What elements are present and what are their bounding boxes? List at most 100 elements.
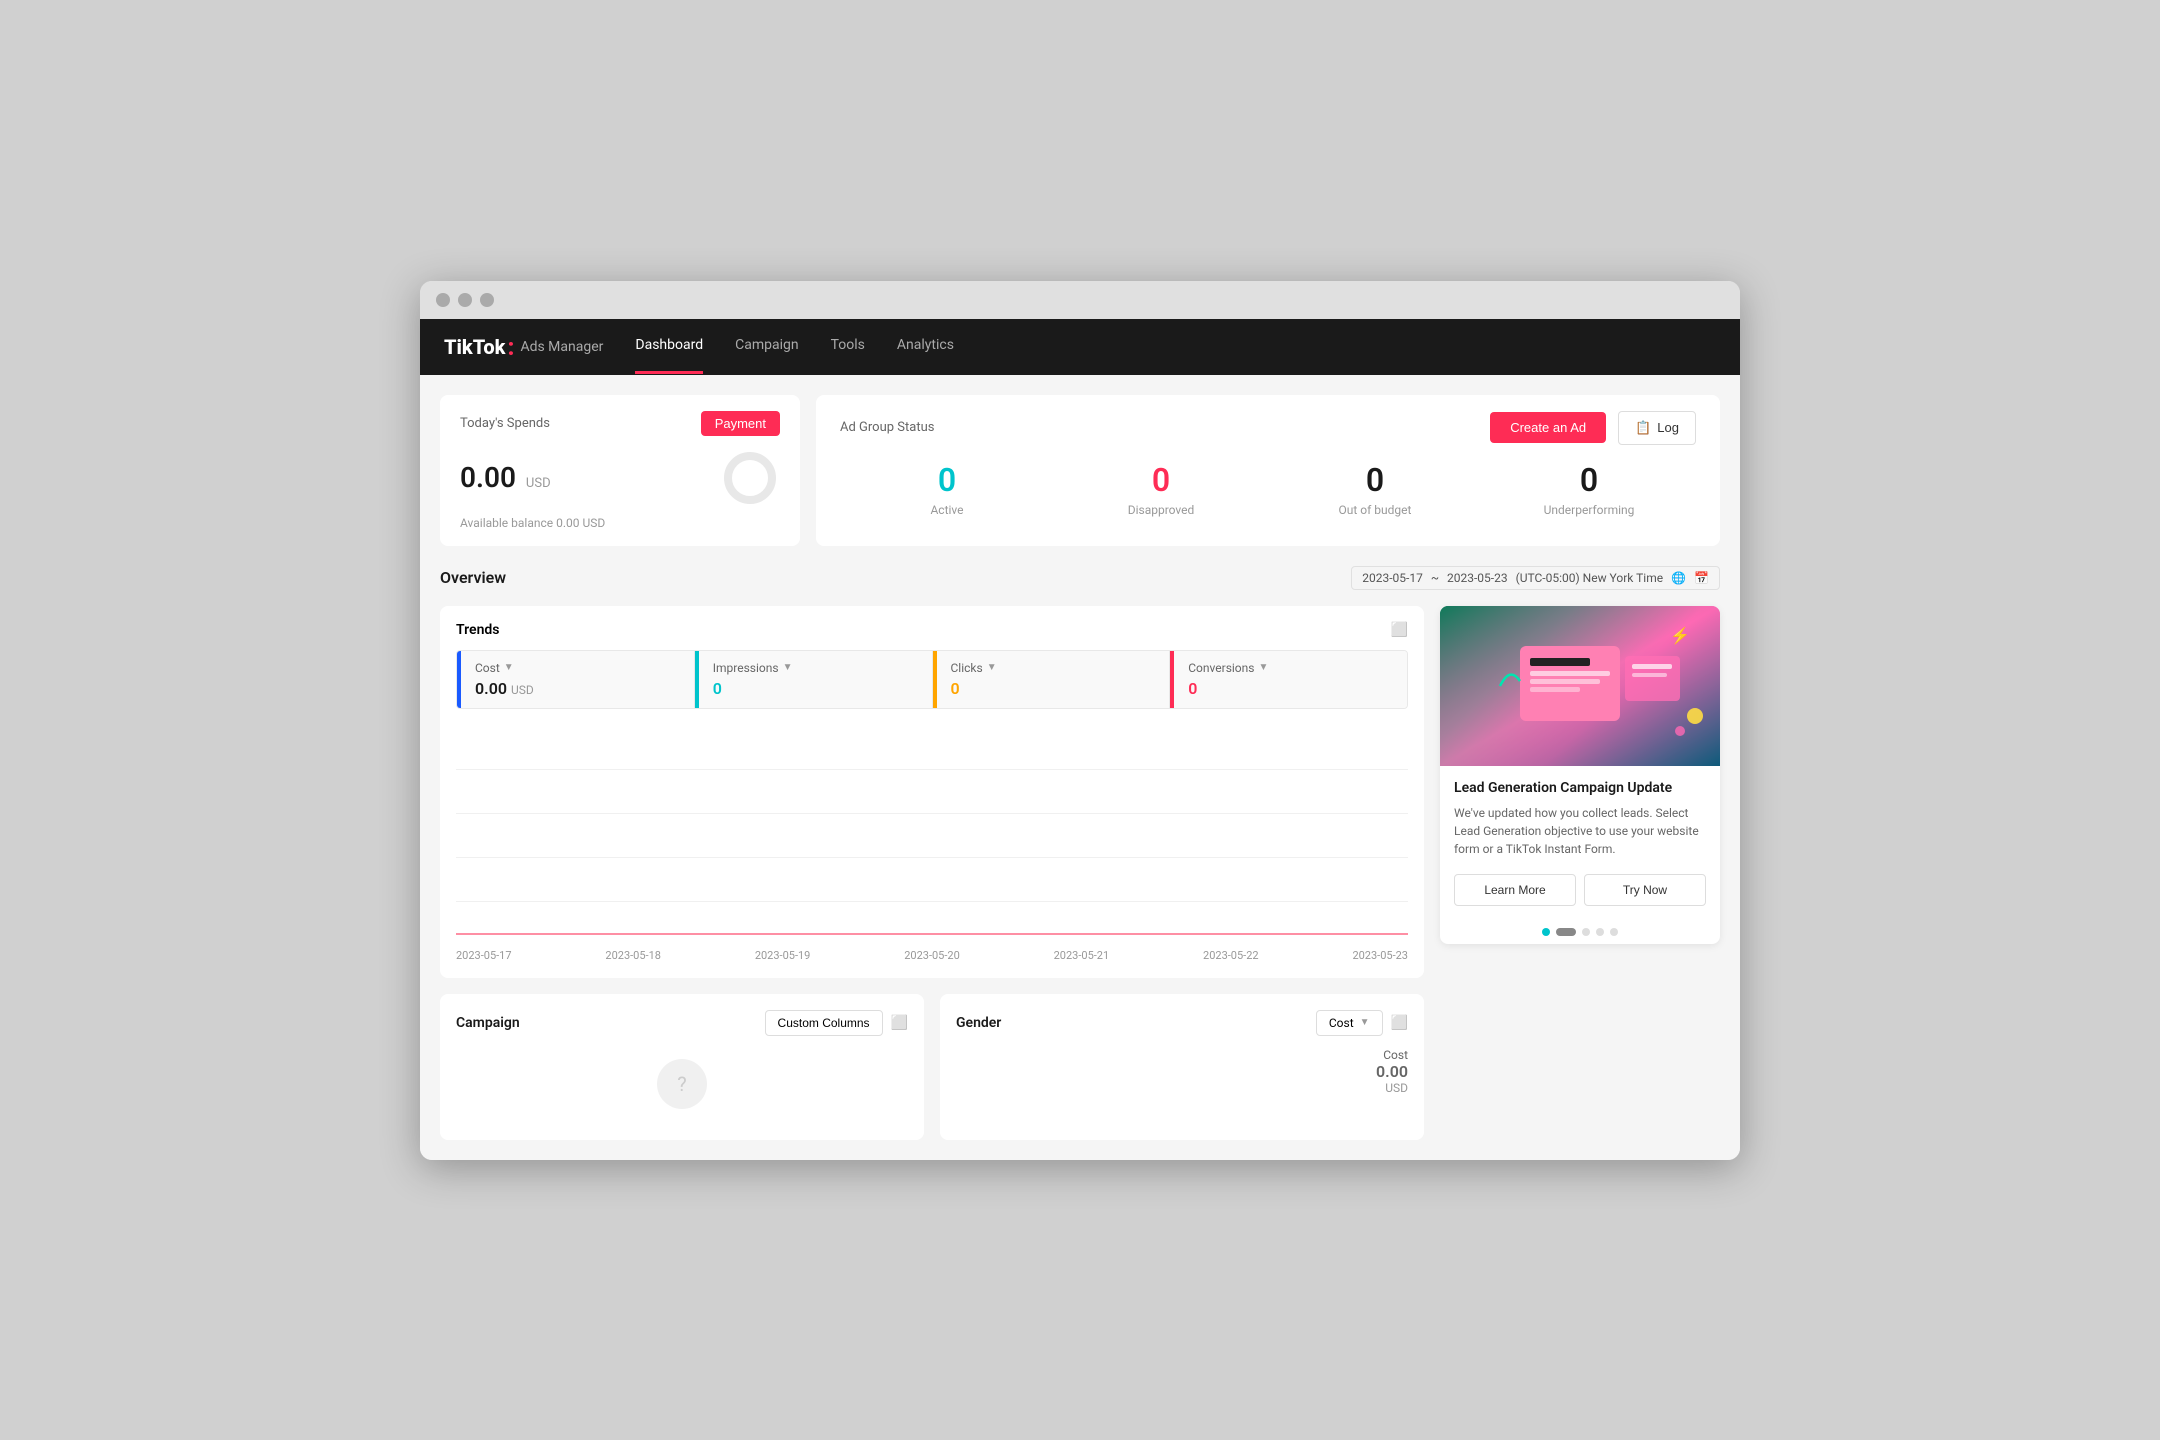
top-row: Today's Spends Payment 0.00 USD Availabl… bbox=[440, 395, 1720, 546]
grid-line-4 bbox=[456, 901, 1408, 902]
try-now-button[interactable]: Try Now bbox=[1584, 874, 1706, 906]
metric-cell-conversions[interactable]: Conversions ▼ 0 bbox=[1170, 651, 1407, 708]
conversions-value: 0 bbox=[1188, 679, 1393, 698]
impressions-chevron: ▼ bbox=[783, 662, 793, 673]
metric-out-of-budget: 0 Out of budget bbox=[1268, 461, 1482, 517]
clicks-value: 0 bbox=[951, 679, 1156, 698]
ad-card-actions: Learn More Try Now bbox=[1454, 874, 1706, 906]
spends-title: Today's Spends bbox=[460, 416, 550, 431]
disapproved-value: 0 bbox=[1054, 461, 1268, 499]
campaign-section: Campaign Custom Columns ⬜ ? bbox=[440, 994, 924, 1140]
out-of-budget-value: 0 bbox=[1268, 461, 1482, 499]
app-window: TikTok: Ads Manager Dashboard Campaign T… bbox=[420, 281, 1740, 1160]
grid-line-3 bbox=[456, 857, 1408, 858]
logo-dot: : bbox=[507, 333, 514, 361]
metric-cell-clicks[interactable]: Clicks ▼ 0 bbox=[933, 651, 1171, 708]
main-content: Today's Spends Payment 0.00 USD Availabl… bbox=[420, 375, 1740, 1160]
date-label-1: 2023-05-18 bbox=[605, 949, 661, 962]
create-ad-button[interactable]: Create an Ad bbox=[1490, 412, 1606, 443]
disapproved-label: Disapproved bbox=[1054, 503, 1268, 517]
ad-dot-0 bbox=[1542, 928, 1550, 936]
campaign-title: Campaign bbox=[456, 1015, 520, 1031]
ad-image-decoration: ⚡ bbox=[1440, 606, 1720, 766]
logo-tiktok: TikTok bbox=[444, 335, 505, 359]
window-dot-close[interactable] bbox=[436, 293, 450, 307]
spends-amount: 0.00 bbox=[460, 461, 516, 494]
overview-header-row: Overview 2023-05-17 ~ 2023-05-23 (UTC-05… bbox=[440, 566, 1720, 590]
underperforming-label: Underperforming bbox=[1482, 503, 1696, 517]
campaign-header: Campaign Custom Columns ⬜ bbox=[456, 1010, 908, 1036]
cost-value: 0.00 USD bbox=[475, 679, 680, 698]
ad-card-content: Lead Generation Campaign Update We've up… bbox=[1440, 766, 1720, 920]
date-separator: ~ bbox=[1431, 571, 1439, 585]
trends-title: Trends bbox=[456, 622, 499, 638]
date-start: 2023-05-17 bbox=[1362, 571, 1423, 585]
trends-card: Trends ⬜ Cost ▼ 0.00 bbox=[440, 606, 1424, 978]
log-icon: 📋 bbox=[1635, 420, 1651, 436]
spends-amount-container: 0.00 USD bbox=[460, 461, 551, 494]
spends-currency: USD bbox=[526, 476, 551, 491]
spends-body: 0.00 USD bbox=[460, 448, 780, 508]
conversions-chevron: ▼ bbox=[1258, 662, 1268, 673]
grid-line-1 bbox=[456, 769, 1408, 770]
date-range-picker[interactable]: 2023-05-17 ~ 2023-05-23 (UTC-05:00) New … bbox=[1351, 566, 1720, 590]
metric-cell-cost[interactable]: Cost ▼ 0.00 USD bbox=[457, 651, 695, 708]
metric-underperforming: 0 Underperforming bbox=[1482, 461, 1696, 517]
trends-header: Trends ⬜ bbox=[456, 622, 1408, 638]
custom-columns-button[interactable]: Custom Columns bbox=[765, 1010, 883, 1036]
logo: TikTok: Ads Manager bbox=[444, 333, 603, 361]
main-content-area: Trends ⬜ Cost ▼ 0.00 bbox=[440, 606, 1720, 1140]
ad-dot-4 bbox=[1610, 928, 1618, 936]
active-label: Active bbox=[840, 503, 1054, 517]
ad-dot-1 bbox=[1556, 928, 1576, 936]
ad-illustration: ⚡ bbox=[1440, 606, 1720, 766]
cost-select-label: Cost bbox=[1329, 1016, 1354, 1030]
nav-item-dashboard[interactable]: Dashboard bbox=[635, 319, 703, 374]
ad-card-title: Lead Generation Campaign Update bbox=[1454, 780, 1706, 796]
cost-selector[interactable]: Cost ▼ bbox=[1316, 1010, 1383, 1036]
header-actions: Create an Ad 📋 Log bbox=[1490, 411, 1696, 445]
ad-card: ⚡ Lead Generation Campaign Update We've … bbox=[1440, 606, 1720, 944]
export-icon[interactable]: ⬜ bbox=[1391, 622, 1408, 638]
window-dot-minimize[interactable] bbox=[458, 293, 472, 307]
gender-cost-currency: USD bbox=[1376, 1081, 1408, 1095]
status-title: Ad Group Status bbox=[840, 420, 934, 435]
cost-chevron: ▼ bbox=[504, 662, 514, 673]
conversions-label: Conversions ▼ bbox=[1188, 661, 1393, 675]
campaign-empty-icon: ? bbox=[657, 1059, 707, 1109]
overview-title: Overview bbox=[440, 568, 506, 587]
svg-text:⚡: ⚡ bbox=[1670, 626, 1690, 645]
spends-header: Today's Spends Payment bbox=[460, 411, 780, 436]
date-label-5: 2023-05-22 bbox=[1203, 949, 1259, 962]
learn-more-button[interactable]: Learn More bbox=[1454, 874, 1576, 906]
impressions-label: Impressions ▼ bbox=[713, 661, 918, 675]
ad-dot-2 bbox=[1582, 928, 1590, 936]
gender-export-icon[interactable]: ⬜ bbox=[1391, 1015, 1408, 1031]
gender-cost-info: Cost 0.00 USD bbox=[1376, 1048, 1408, 1095]
nav-items: Dashboard Campaign Tools Analytics bbox=[635, 319, 954, 374]
gender-cost-value: 0.00 bbox=[1376, 1062, 1408, 1081]
nav-item-analytics[interactable]: Analytics bbox=[897, 319, 954, 374]
out-of-budget-label: Out of budget bbox=[1268, 503, 1482, 517]
payment-button[interactable]: Payment bbox=[701, 411, 780, 436]
nav-item-campaign[interactable]: Campaign bbox=[735, 319, 798, 374]
balance-text: Available balance 0.00 USD bbox=[460, 516, 780, 530]
cost-label: Cost ▼ bbox=[475, 661, 680, 675]
status-metrics: 0 Active 0 Disapproved 0 Out of budget 0… bbox=[840, 461, 1696, 517]
metrics-row: Cost ▼ 0.00 USD Impressions bbox=[456, 650, 1408, 709]
log-button[interactable]: 📋 Log bbox=[1618, 411, 1696, 445]
campaign-export-icon[interactable]: ⬜ bbox=[891, 1015, 908, 1031]
ad-dot-3 bbox=[1596, 928, 1604, 936]
overview-section: Overview 2023-05-17 ~ 2023-05-23 (UTC-05… bbox=[440, 566, 1720, 1140]
metric-cell-impressions[interactable]: Impressions ▼ 0 bbox=[695, 651, 933, 708]
window-dot-maximize[interactable] bbox=[480, 293, 494, 307]
gender-actions: Cost ▼ ⬜ bbox=[1316, 1010, 1408, 1036]
ad-card-body: We've updated how you collect leads. Sel… bbox=[1454, 804, 1706, 858]
campaign-actions: Custom Columns ⬜ bbox=[765, 1010, 908, 1036]
gender-title: Gender bbox=[956, 1015, 1001, 1031]
nav-item-tools[interactable]: Tools bbox=[831, 319, 865, 374]
status-card: Ad Group Status Create an Ad 📋 Log 0 Act… bbox=[816, 395, 1720, 546]
date-label-2: 2023-05-19 bbox=[755, 949, 811, 962]
date-label-6: 2023-05-23 bbox=[1352, 949, 1408, 962]
gender-header: Gender Cost ▼ ⬜ bbox=[956, 1010, 1408, 1036]
